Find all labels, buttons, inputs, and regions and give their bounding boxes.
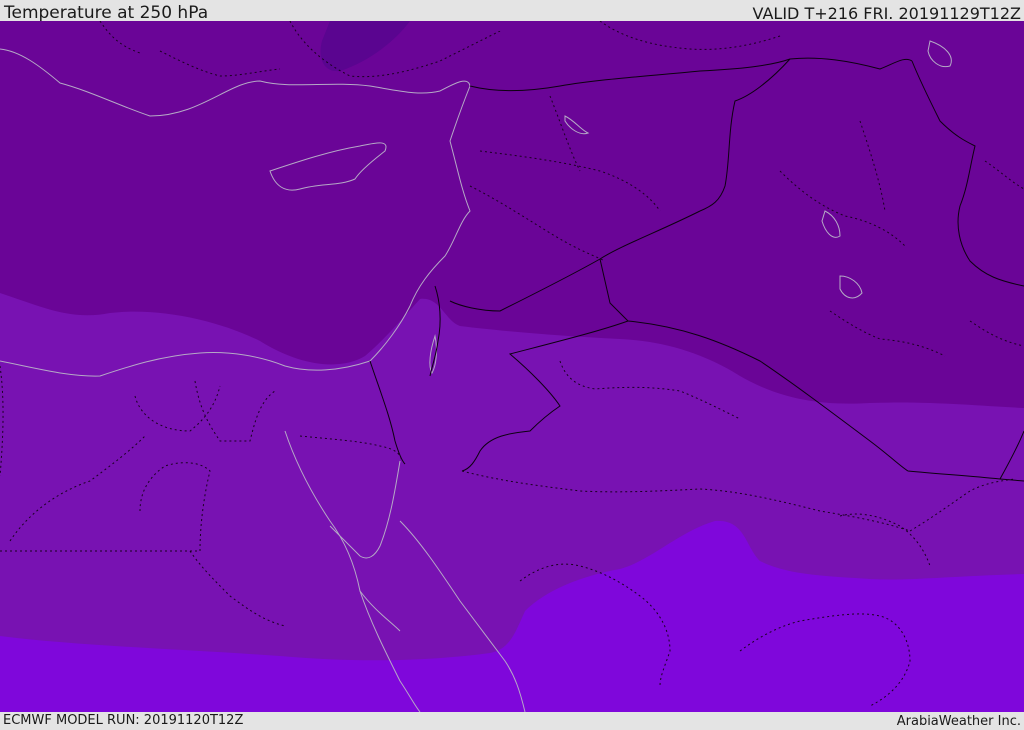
model-run-label: ECMWF MODEL RUN: 20191120T12Z	[3, 713, 244, 728]
footer-bar: ECMWF MODEL RUN: 20191120T12Z ArabiaWeat…	[0, 712, 1024, 729]
map-title: Temperature at 250 hPa	[4, 3, 209, 23]
map-panel	[0, 21, 1024, 712]
credit-label: ArabiaWeather Inc.	[896, 714, 1021, 729]
header-bar: Temperature at 250 hPa VALID T+216 FRI. …	[0, 0, 1024, 23]
temperature-map	[0, 21, 1024, 712]
